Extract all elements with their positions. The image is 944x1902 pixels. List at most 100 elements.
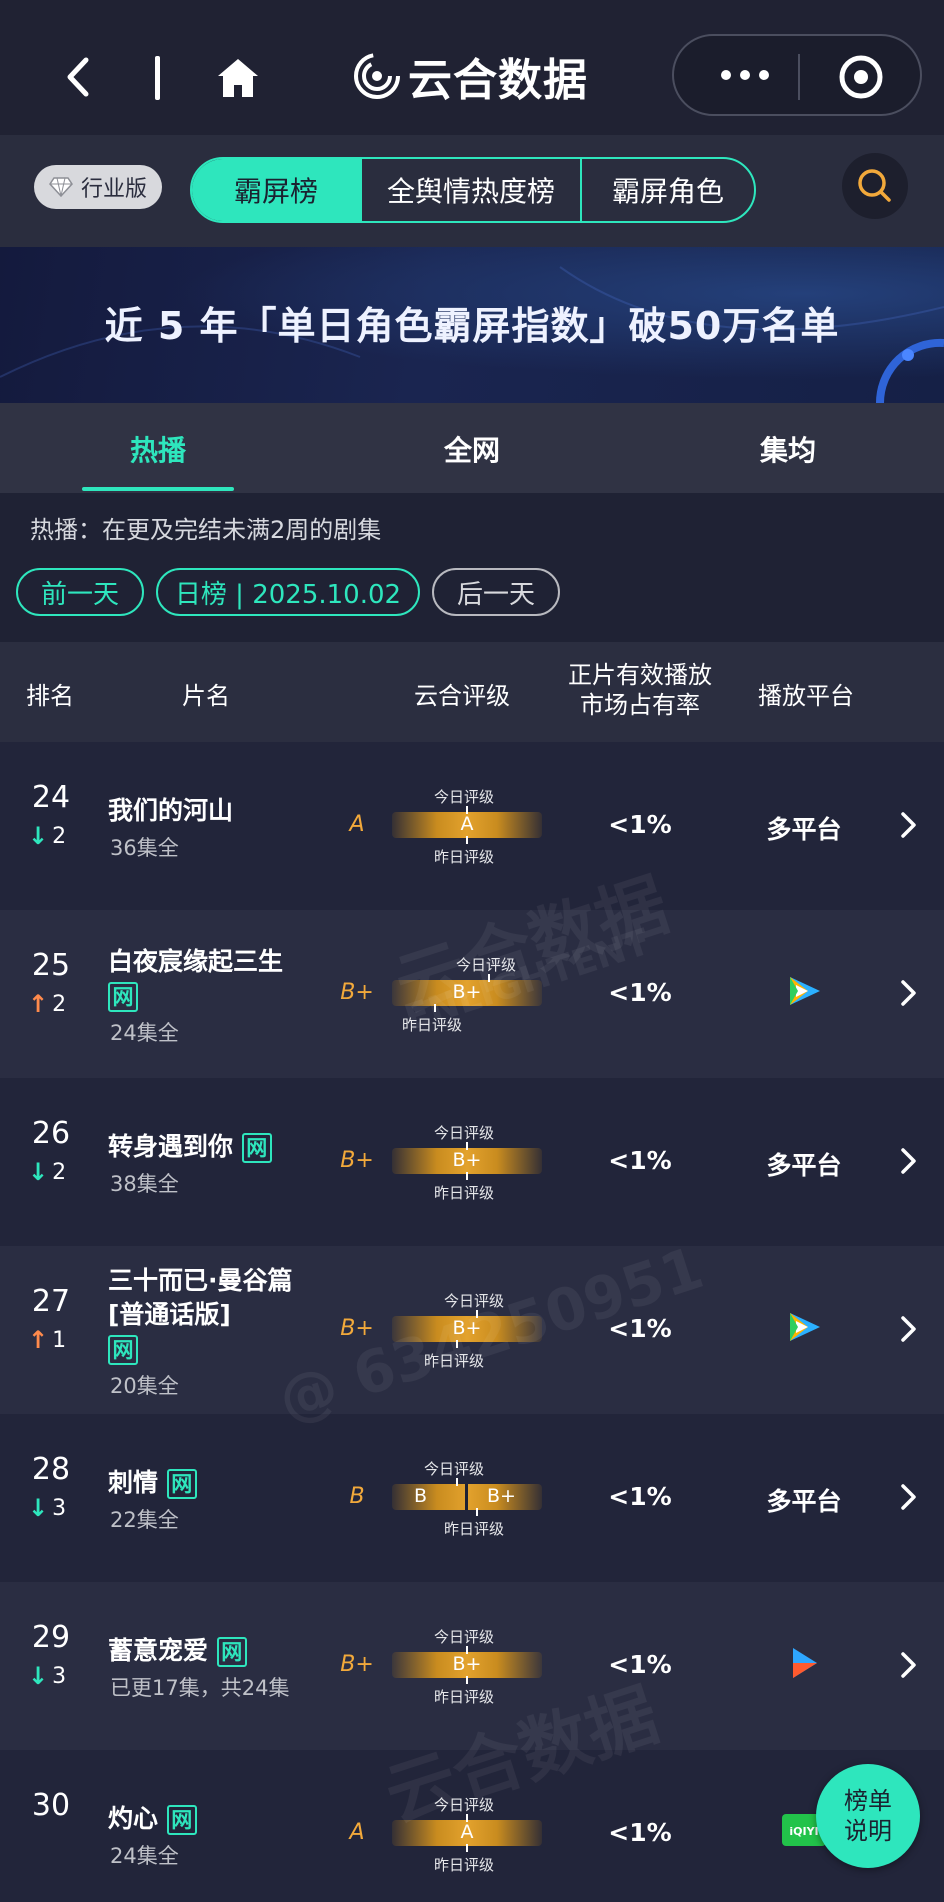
prev-day-button[interactable]: 前一天 <box>16 568 144 616</box>
table-row[interactable]: 30 灼心 网 24集全 A A 今日评级 昨日评级 <1% iQIYI <box>0 1750 944 1902</box>
grade-letter: A <box>349 1820 365 1845</box>
tab-dominant-roles[interactable]: 霸屏角色 <box>582 159 754 221</box>
tab-whole-network[interactable]: 全网 <box>392 429 552 469</box>
tab-screen-dominance[interactable]: 霸屏榜 <box>192 159 362 221</box>
show-title-text: 刺情 <box>108 1468 159 1497</box>
yesterday-grade-tick <box>466 1172 468 1180</box>
rank-number: 28 <box>31 1452 71 1487</box>
show-title[interactable]: 三十而已·曼谷篇 [普通话版] 网 <box>108 1264 328 1366</box>
industry-edition-label: 行业版 <box>80 177 147 202</box>
show-title[interactable]: 刺情 网 <box>108 1466 328 1500</box>
market-share: <1% <box>608 1314 672 1343</box>
current-date-selector[interactable]: 日榜 | 2025.10.02 <box>156 568 420 616</box>
grade-letter: B+ <box>340 980 374 1005</box>
home-icon[interactable] <box>214 54 262 102</box>
today-grade-caption: 今日评级 <box>434 1796 495 1814</box>
episode-info: 已更17集，共24集 <box>110 1676 290 1700</box>
close-miniprogram-icon[interactable] <box>838 54 884 100</box>
grade-bar: B+ <box>392 980 542 1006</box>
yesterday-grade-caption: 昨日评级 <box>434 1688 495 1706</box>
grade-bar: B B+ <box>392 1484 542 1510</box>
promo-banner[interactable]: 近 5 年「单日角色霸屏指数」破50万名单 <box>0 247 944 403</box>
show-title[interactable]: 蓄意宠爱 网 <box>108 1634 328 1668</box>
header-platform: 播放平台 <box>758 682 854 710</box>
show-title[interactable]: 我们的河山 <box>108 794 328 828</box>
today-grade-tick <box>466 1646 468 1654</box>
episode-info: 22集全 <box>110 1508 179 1532</box>
market-share: <1% <box>608 1818 672 1847</box>
grade-bar-label: B+ <box>452 1149 482 1171</box>
rank-change-value: 1 <box>52 1327 67 1353</box>
more-menu-button[interactable] <box>710 60 780 90</box>
yesterday-grade-caption: 昨日评级 <box>424 1352 485 1370</box>
tab-episode-average[interactable]: 集均 <box>708 429 868 469</box>
table-row[interactable]: 26 ↓ 2 转身遇到你 网 38集全 B+ B+ 今日评级 昨日评级 <1% 多平台 <box>0 1078 944 1246</box>
rank-number: 24 <box>31 780 71 815</box>
rank-change-value: 3 <box>52 1663 67 1689</box>
grade-bar-label: B+ <box>452 1653 482 1675</box>
table-row[interactable]: 25 ↑ 2 白夜宸缘起三生网 24集全 B+ B+ 今日评级 昨日评级 <1% <box>0 910 944 1078</box>
yesterday-grade-caption: 昨日评级 <box>402 1016 463 1034</box>
grade-letter: B <box>349 1484 365 1509</box>
chevron-right-icon[interactable] <box>896 978 920 1008</box>
industry-edition-badge[interactable]: 行业版 <box>34 165 162 209</box>
chevron-right-icon[interactable] <box>896 1314 920 1344</box>
platform-label: 多平台 <box>766 1151 842 1180</box>
rank-change-value: 3 <box>52 1495 67 1521</box>
episode-info: 36集全 <box>110 836 179 860</box>
banner-title: 近 5 年「单日角色霸屏指数」破50万名单 <box>104 304 840 348</box>
show-title[interactable]: 灼心 网 <box>108 1802 328 1836</box>
show-title-line: 刺情 网 <box>108 1466 328 1500</box>
back-icon[interactable] <box>58 52 98 102</box>
yesterday-grade-caption: 昨日评级 <box>444 1520 505 1538</box>
grade-letter: A <box>349 812 365 837</box>
next-day-button[interactable]: 后一天 <box>432 568 560 616</box>
today-grade-tick <box>476 1310 478 1318</box>
episode-info: 24集全 <box>110 1844 179 1868</box>
rank-number: 27 <box>31 1284 71 1319</box>
chevron-right-icon[interactable] <box>896 1146 920 1176</box>
yesterday-grade-tick <box>476 1508 478 1516</box>
platform-logo <box>744 1310 864 1350</box>
chevron-right-icon[interactable] <box>896 1482 920 1512</box>
grade-bar-label: A <box>460 813 474 835</box>
search-button[interactable] <box>842 153 908 219</box>
today-grade-tick <box>488 974 490 982</box>
brand-name: 云合数据 <box>408 55 588 106</box>
table-row[interactable]: 29 ↓ 3 蓄意宠爱 网已更17集，共24集 B+ B+ 今日评级 昨日评级 <1% <box>0 1582 944 1750</box>
web-drama-badge: 网 <box>108 1335 138 1365</box>
rank-number: 25 <box>31 948 71 983</box>
platform-label: 多平台 <box>766 815 842 844</box>
header-market-share-line2: 市场占有率 <box>580 691 700 719</box>
show-title-line: 转身遇到你 网 <box>108 1130 328 1164</box>
table-row[interactable]: 24 ↓ 2 我们的河山 36集全 A A 今日评级 昨日评级 <1% 多平台 <box>0 742 944 910</box>
show-title-text: 蓄意宠爱 <box>108 1636 209 1665</box>
scope-tabs: 热播 全网 集均 <box>0 403 944 493</box>
show-title[interactable]: 白夜宸缘起三生网 <box>108 945 328 1013</box>
chevron-right-icon[interactable] <box>896 810 920 840</box>
chevron-right-icon[interactable] <box>896 1650 920 1680</box>
yesterday-grade-tick <box>456 1340 458 1348</box>
today-grade-caption: 今日评级 <box>434 1124 495 1142</box>
ranking-explanation-button[interactable]: 榜单 说明 <box>816 1764 920 1868</box>
yesterday-grade-tick <box>466 836 468 844</box>
show-title-text: 我们的河山 <box>108 796 234 825</box>
table-row[interactable]: 27 ↑ 1 三十而已·曼谷篇 [普通话版] 网 20集全 B+ B+ 今日评级 昨日评级 <1% <box>0 1246 944 1414</box>
tab-sentiment-heat[interactable]: 全舆情热度榜 <box>362 159 582 221</box>
episode-info: 24集全 <box>110 1021 179 1045</box>
rank-down-arrow-icon: ↓ <box>28 1494 49 1522</box>
show-title-line: 三十而已·曼谷篇 <box>108 1264 328 1298</box>
show-title-line: 白夜宸缘起三生 <box>108 945 328 979</box>
grade-bar-label: B+ <box>452 981 482 1003</box>
table-row[interactable]: 28 ↓ 3 刺情 网 22集全 B B B+ 今日评级 昨日评级 <1% 多平台 <box>0 1414 944 1582</box>
market-share: <1% <box>608 1650 672 1679</box>
show-title[interactable]: 转身遇到你 网 <box>108 1130 328 1164</box>
grade-bar: B+ <box>392 1652 542 1678</box>
market-share: <1% <box>608 810 672 839</box>
episode-info: 20集全 <box>110 1374 179 1398</box>
today-grade-tick <box>456 1478 458 1486</box>
tab-hot-airing[interactable]: 热播 <box>78 429 238 469</box>
today-grade-caption: 今日评级 <box>456 956 517 974</box>
today-grade-tick <box>466 1814 468 1822</box>
rank-down-arrow-icon: ↓ <box>28 1662 49 1690</box>
